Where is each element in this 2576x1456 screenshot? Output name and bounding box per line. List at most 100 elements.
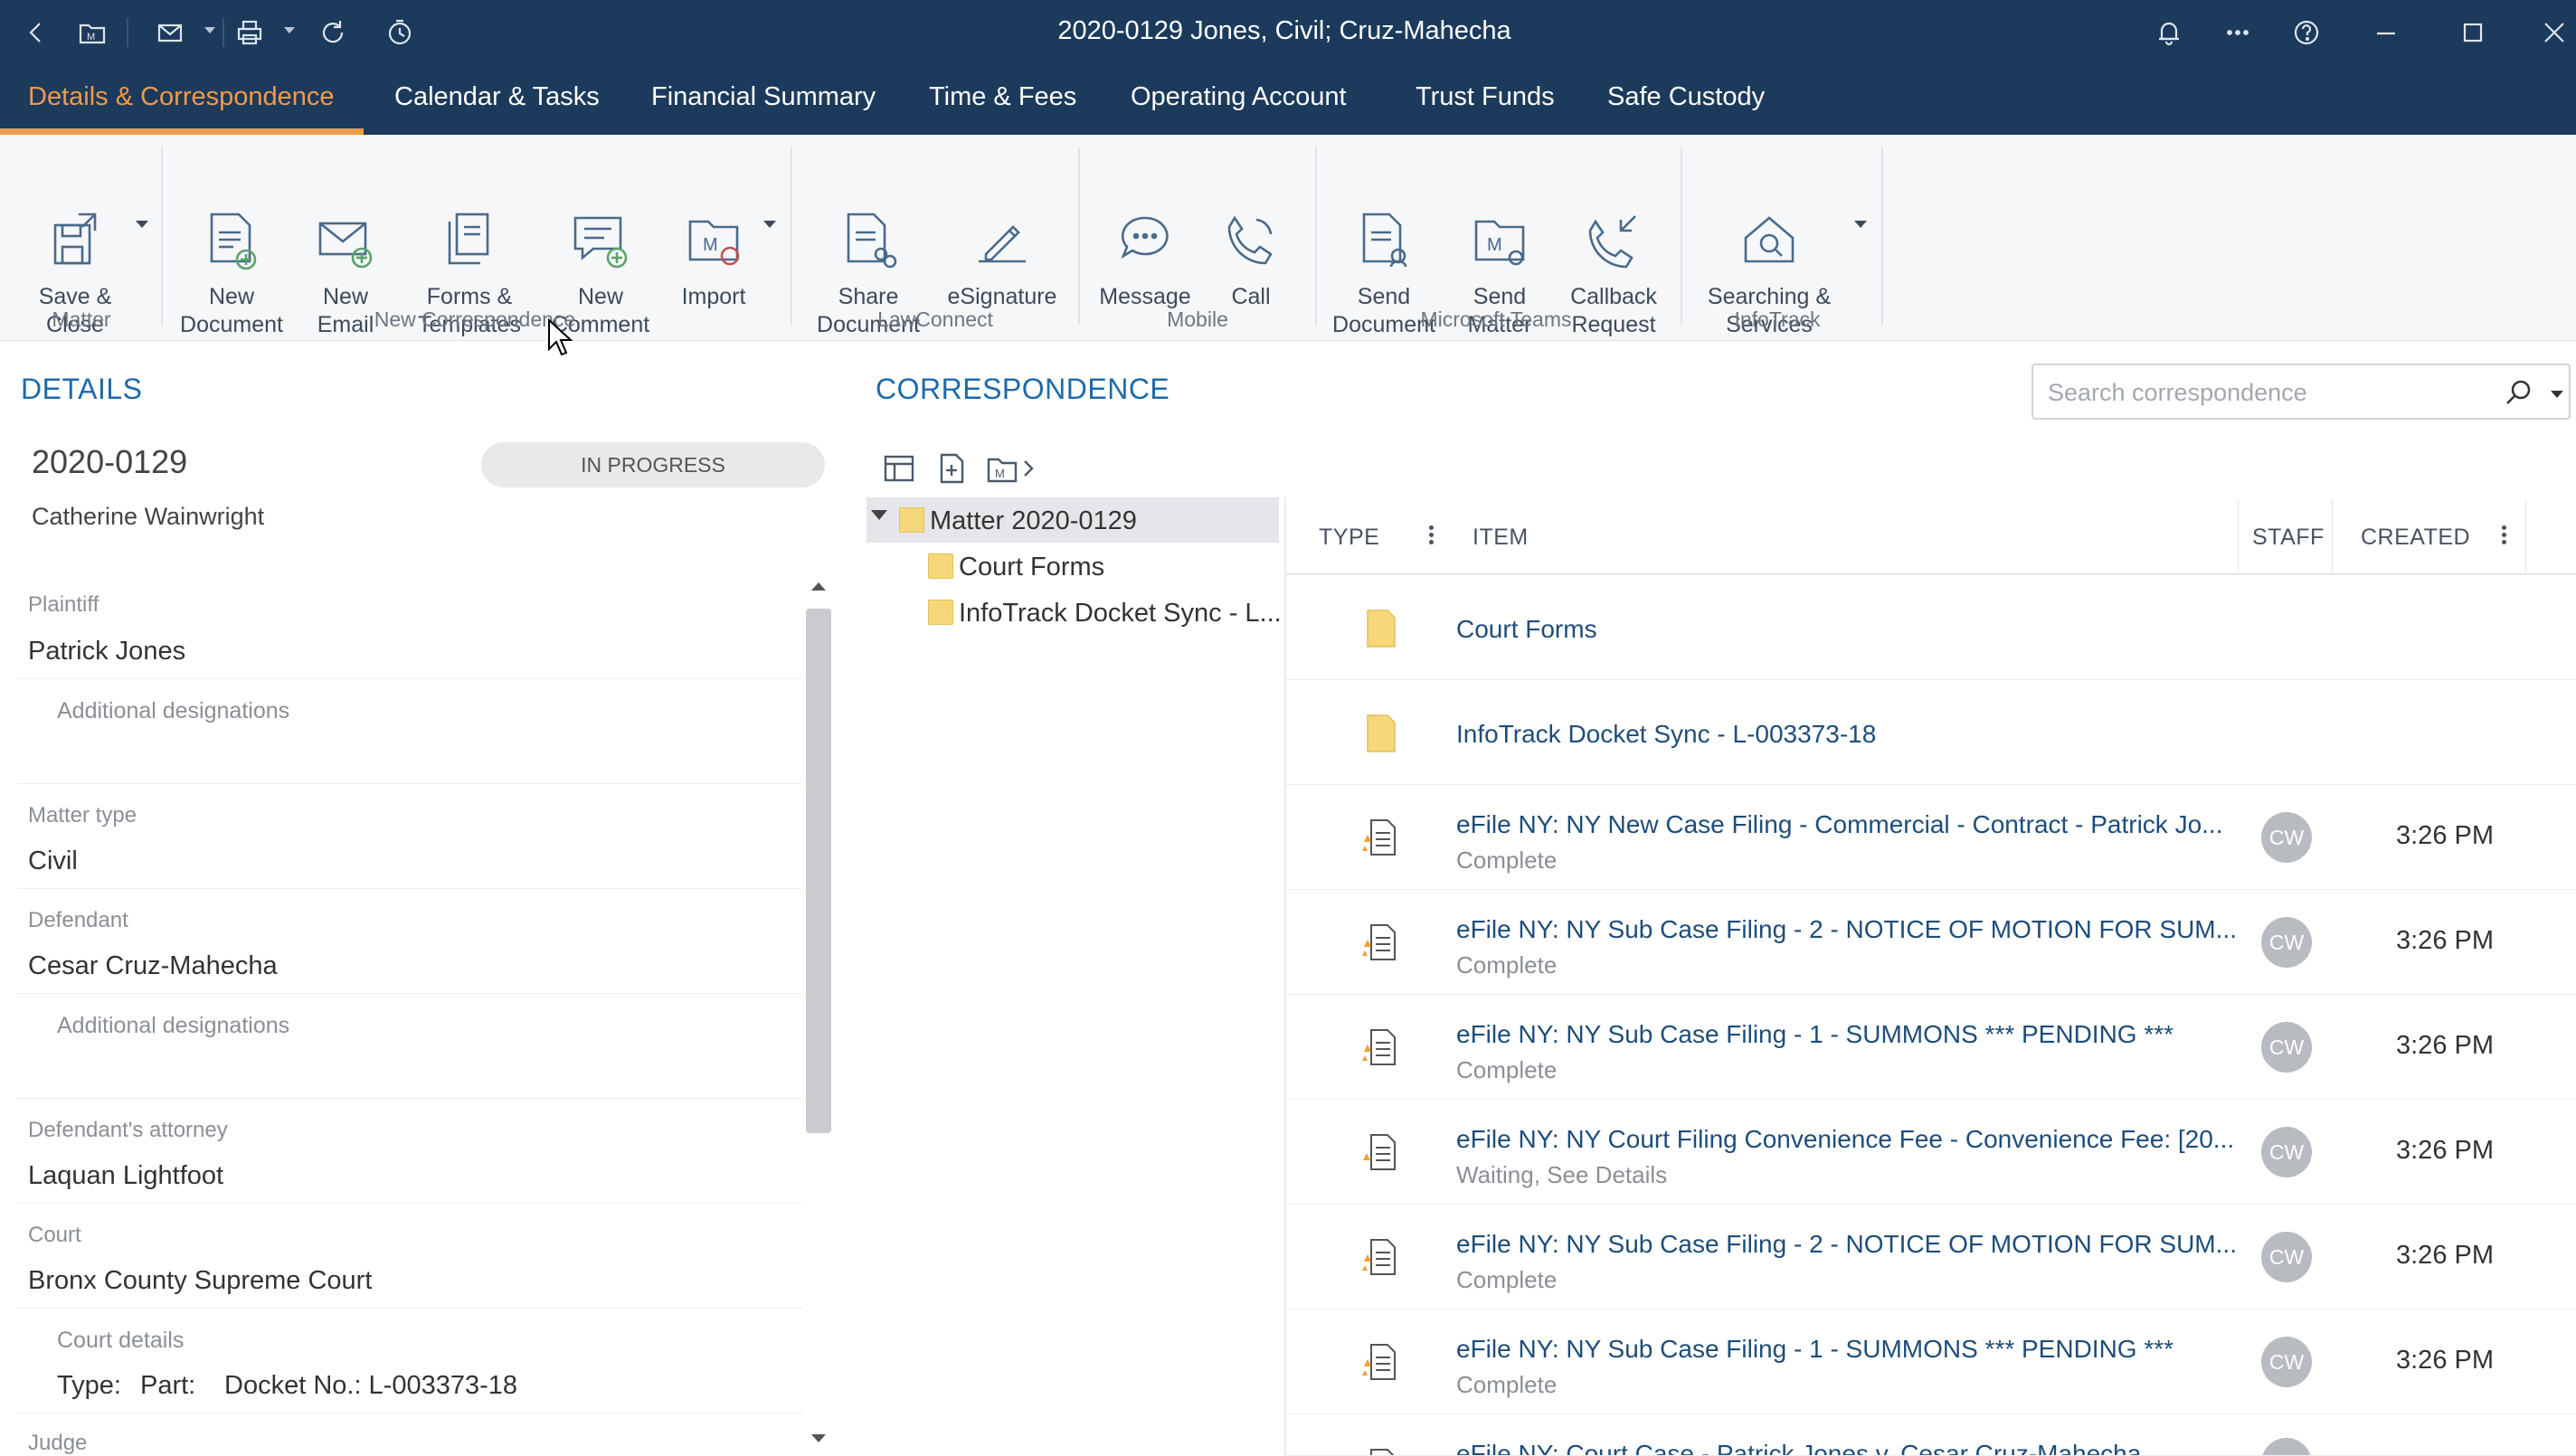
item-title[interactable]: Court Forms: [1456, 615, 2252, 644]
column-header-item[interactable]: ITEM: [1473, 525, 1529, 551]
defendant-value[interactable]: Cesar Cruz-Mahecha: [28, 951, 278, 981]
item-title[interactable]: eFile NY: Court Case - Patrick Jones v. …: [1456, 1440, 2252, 1455]
svg-text:M: M: [995, 467, 1005, 480]
search-icon[interactable]: [2504, 377, 2534, 408]
efile-document-icon: [1370, 1449, 1395, 1455]
search-input[interactable]: [2048, 374, 2500, 411]
plaintiff-value[interactable]: Patrick Jones: [28, 637, 185, 667]
back-icon[interactable]: [14, 11, 58, 54]
tab-operating-account[interactable]: Operating Account: [1131, 82, 1347, 112]
matter-folder-icon[interactable]: M: [984, 450, 1020, 487]
tree-item-label: InfoTrack Docket Sync - L...: [959, 599, 1282, 628]
scroll-down-icon[interactable]: [811, 1434, 826, 1442]
message-button[interactable]: Message: [1091, 153, 1199, 311]
item-title[interactable]: eFile NY: NY Sub Case Filing - 1 - SUMMO…: [1456, 1020, 2252, 1049]
timer-icon[interactable]: [378, 11, 421, 54]
court-value[interactable]: Bronx County Supreme Court: [28, 1266, 372, 1296]
folder-icon: [1367, 714, 1396, 752]
column-header-staff[interactable]: STAFF: [2252, 525, 2325, 551]
field-divider: [16, 993, 803, 994]
group-label-lawconnect: LawConnect: [877, 307, 993, 331]
efile-document-icon: [1362, 1344, 1396, 1380]
column-header-type[interactable]: TYPE: [1319, 525, 1379, 551]
mouse-cursor-icon: [548, 318, 573, 356]
efile-document-icon: [1362, 1029, 1396, 1065]
table-row[interactable]: eFile NY: NY Court Filing Convenience Fe…: [1286, 1100, 2576, 1205]
staff-avatar: CW: [2261, 1127, 2312, 1177]
field-divider: [16, 888, 803, 889]
search-dropdown-icon[interactable]: [2551, 391, 2563, 398]
column-menu-icon[interactable]: [2500, 523, 2507, 552]
table-row[interactable]: eFile NY: NY New Case Filing - Commercia…: [1286, 785, 2576, 890]
client-name[interactable]: Catherine Wainwright: [32, 503, 264, 531]
matter-icon[interactable]: M: [71, 11, 114, 54]
table-row[interactable]: Court Forms: [1286, 575, 2576, 680]
save-close-dropdown-icon[interactable]: [136, 221, 148, 228]
column-menu-icon[interactable]: [1427, 523, 1435, 552]
table-row[interactable]: eFile NY: Court Case - Patrick Jones v. …: [1286, 1414, 2576, 1456]
efile-document-icon: [1362, 819, 1396, 856]
tree-item-court-forms[interactable]: Court Forms: [867, 544, 1279, 589]
new-folder-icon[interactable]: [933, 450, 970, 487]
column-header-created[interactable]: CREATED: [2361, 525, 2470, 551]
print-dropdown-icon[interactable]: [284, 27, 295, 33]
item-title[interactable]: eFile NY: NY New Case Filing - Commercia…: [1456, 810, 2252, 839]
details-scroll-thumb[interactable]: [806, 609, 831, 1133]
svg-text:M: M: [703, 235, 718, 255]
tree-item-matter[interactable]: Matter 2020-0129: [867, 497, 1279, 543]
tree-item-infotrack-docket[interactable]: InfoTrack Docket Sync - L...: [867, 590, 1282, 635]
item-title[interactable]: eFile NY: NY Court Filing Convenience Fe…: [1456, 1125, 2252, 1154]
tab-trust-funds[interactable]: Trust Funds: [1416, 82, 1555, 112]
search-correspondence-field[interactable]: [2031, 364, 2571, 420]
tab-financial-summary[interactable]: Financial Summary: [651, 82, 876, 112]
minimize-icon[interactable]: [2364, 11, 2408, 54]
mail-icon[interactable]: [148, 11, 192, 54]
new-email-icon: [313, 181, 378, 269]
item-title[interactable]: eFile NY: NY Sub Case Filing - 1 - SUMMO…: [1456, 1335, 2252, 1364]
table-row[interactable]: eFile NY: NY Sub Case Filing - 1 - SUMMO…: [1286, 995, 2576, 1100]
tab-time-fees[interactable]: Time & Fees: [929, 82, 1076, 112]
court-docket[interactable]: Docket No.: L-003373-18: [224, 1371, 517, 1401]
more-icon[interactable]: [2216, 11, 2259, 54]
court-label: Court: [28, 1223, 81, 1247]
table-row[interactable]: InfoTrack Docket Sync - L-003373-18: [1286, 680, 2576, 785]
correspondence-title: CORRESPONDENCE: [876, 373, 1170, 405]
import-dropdown-icon[interactable]: [763, 221, 776, 228]
judge-label: Judge: [28, 1431, 88, 1455]
item-title[interactable]: InfoTrack Docket Sync - L-003373-18: [1456, 720, 2252, 749]
tab-safe-custody[interactable]: Safe Custody: [1607, 82, 1765, 112]
help-icon[interactable]: [2285, 11, 2328, 54]
layout-icon[interactable]: [881, 450, 917, 487]
tab-details-correspondence[interactable]: Details & Correspondence: [28, 82, 335, 112]
chevron-right-icon[interactable]: [1018, 450, 1040, 487]
matter-type-value[interactable]: Civil: [28, 846, 78, 876]
print-icon[interactable]: [228, 11, 271, 54]
defendant-designations[interactable]: Additional designations: [57, 1013, 289, 1039]
maximize-icon[interactable]: [2451, 11, 2495, 54]
created-time: 3:26 PM: [2396, 1031, 2494, 1060]
esignature-button[interactable]: eSignature: [941, 153, 1064, 311]
chevron-down-icon[interactable]: [871, 510, 887, 520]
staff-avatar: CW: [2261, 1022, 2312, 1073]
plaintiff-designations[interactable]: Additional designations: [57, 698, 289, 724]
call-button[interactable]: Call: [1203, 153, 1299, 311]
status-badge[interactable]: IN PROGRESS: [481, 442, 825, 487]
mail-dropdown-icon[interactable]: [204, 27, 215, 33]
item-title[interactable]: eFile NY: NY Sub Case Filing - 2 - NOTIC…: [1456, 1230, 2252, 1259]
table-row[interactable]: eFile NY: NY Sub Case Filing - 2 - NOTIC…: [1286, 890, 2576, 995]
item-title[interactable]: eFile NY: NY Sub Case Filing - 2 - NOTIC…: [1456, 915, 2252, 944]
import-icon: M: [681, 181, 746, 266]
table-row[interactable]: eFile NY: NY Sub Case Filing - 2 - NOTIC…: [1286, 1205, 2576, 1309]
import-button[interactable]: M Import: [664, 153, 763, 311]
scroll-up-icon[interactable]: [811, 582, 826, 591]
bell-icon[interactable]: [2147, 11, 2191, 54]
refresh-icon[interactable]: [311, 11, 355, 54]
table-row[interactable]: eFile NY: NY Sub Case Filing - 1 - SUMMO…: [1286, 1309, 2576, 1414]
field-divider: [16, 1098, 803, 1099]
close-icon[interactable]: [2533, 11, 2576, 54]
tab-calendar-tasks[interactable]: Calendar & Tasks: [394, 82, 600, 112]
defendant-attorney-value[interactable]: Laquan Lightfoot: [28, 1161, 223, 1191]
column-separator: [2525, 499, 2526, 575]
searching-services-dropdown-icon[interactable]: [1854, 221, 1867, 228]
item-status: Complete: [1456, 1266, 1558, 1293]
